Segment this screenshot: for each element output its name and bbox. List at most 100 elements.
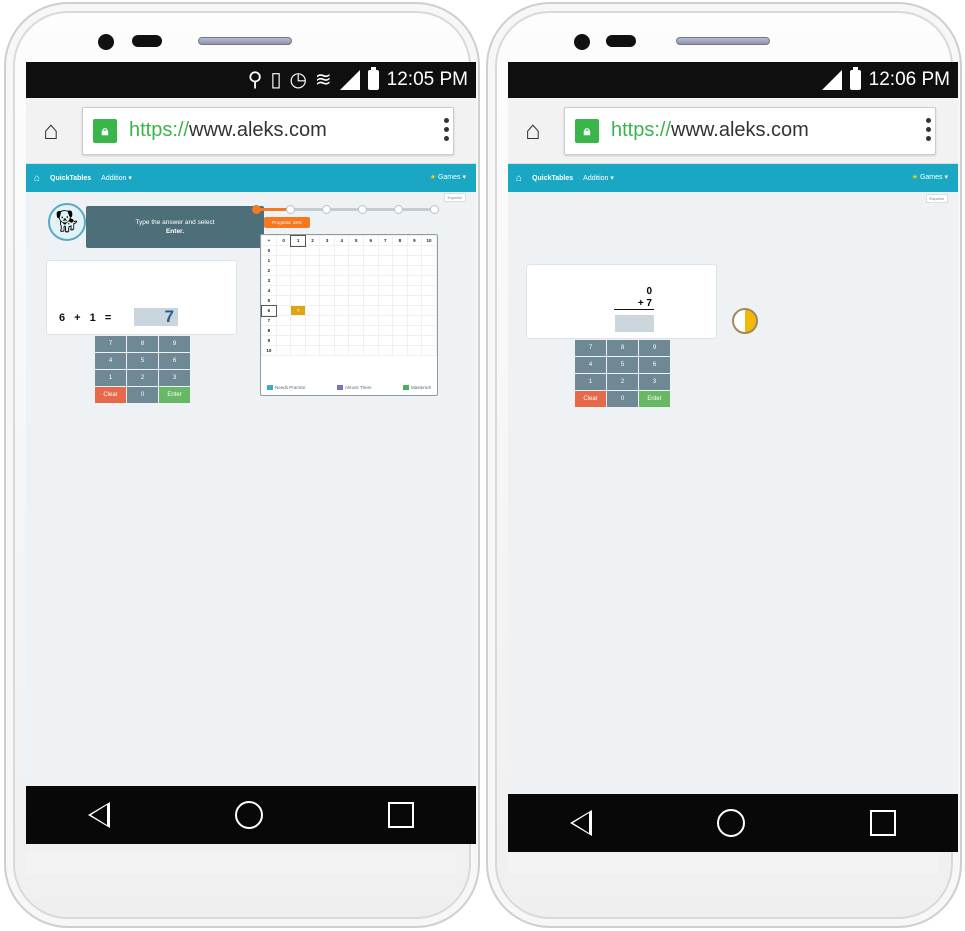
alarm-icon: ◷ [289,69,307,91]
language-link[interactable]: Español [925,194,948,203]
enter-button[interactable]: Enter [639,391,670,407]
enter-button[interactable]: Enter [159,387,190,403]
app-home-icon[interactable]: ⌂ [516,173,522,184]
table-cell [363,295,379,306]
table-cell [363,305,379,316]
table-cell [406,295,423,306]
clear-button[interactable]: Clear [575,391,606,407]
app-home-icon[interactable]: ⌂ [34,173,40,184]
table-cell [421,325,437,336]
table-cell [333,345,350,356]
table-cell [421,265,437,276]
key-5[interactable]: 5 [607,357,638,373]
progress-dot [322,205,331,214]
key-6[interactable]: 6 [639,357,670,373]
table-cell [290,255,306,266]
browser-menu-icon[interactable] [926,118,932,145]
key-0[interactable]: 0 [607,391,638,407]
recent-apps-icon[interactable] [869,810,896,836]
answer-input[interactable]: 7 [134,308,178,326]
progress-dot [358,205,367,214]
table-cell [319,265,335,276]
key-4[interactable]: 4 [95,353,126,369]
addition-menu[interactable]: Addition ▾ [583,174,614,182]
table-cell [275,295,292,306]
browser-menu-icon[interactable] [444,118,450,145]
key-1[interactable]: 1 [95,370,126,386]
key-9[interactable]: 9 [159,336,190,352]
table-cell [363,325,379,336]
key-3[interactable]: 3 [159,370,190,386]
table-cell [304,335,321,346]
address-bar[interactable]: 🔒︎ https://www.aleks.com [564,106,936,155]
table-cell [363,345,379,356]
games-menu[interactable]: ★ Games ▾ [912,173,948,181]
sensor [132,35,162,47]
column-header: 10 [421,235,437,246]
table-cell [392,285,408,296]
table-cell [275,345,292,356]
key-9[interactable]: 9 [639,340,670,356]
battery-icon [367,70,379,90]
addition-table: +0 1 2 3 4 5 6 7 8 9 10 0 1 2 3 4 5 6 7 7 8 9 10 Needs Practic… [260,234,438,396]
table-cell [348,325,364,336]
key-7[interactable]: 7 [575,340,606,356]
table-cell [363,275,379,286]
browser-home-icon[interactable]: ⌂ [518,115,548,146]
key-1[interactable]: 1 [575,374,606,390]
table-cell [275,285,292,296]
key-8[interactable]: 8 [607,340,638,356]
answer-input[interactable] [615,315,654,332]
star-icon: ★ [429,174,437,181]
table-cell [392,275,408,286]
clear-button[interactable]: Clear [95,387,126,403]
table-cell [319,255,335,266]
home-icon[interactable] [234,801,263,829]
games-menu[interactable]: ★ Games ▾ [430,173,466,181]
column-header: 2 [304,235,321,246]
question-card: 0 + 7 [526,264,717,339]
key-2[interactable]: 2 [127,370,158,386]
table-cell [319,245,335,256]
phone-left: ⚲ ▯ ◷ ≋ 12:05 PM ⌂ 🔒︎ https://www.aleks.… [4,2,480,928]
table-cell [363,315,379,326]
key-8[interactable]: 8 [127,336,158,352]
table-cell [319,285,335,296]
vertical-problem: 0 + 7 [638,286,652,310]
table-cell [363,335,379,346]
key-3[interactable]: 3 [639,374,670,390]
table-cell [421,335,437,346]
key-5[interactable]: 5 [127,353,158,369]
brand-link[interactable]: QuickTables [50,175,91,182]
table-cell [319,345,335,356]
back-icon[interactable] [570,810,593,836]
key-6[interactable]: 6 [159,353,190,369]
status-bar: 12:06 PM [508,62,958,98]
table-cell [319,325,335,336]
key-2[interactable]: 2 [607,374,638,390]
language-link[interactable]: Español [443,193,466,202]
table-cell [392,255,408,266]
progress-track [252,205,439,214]
browser-home-icon[interactable]: ⌂ [36,115,66,146]
table-cell [275,305,292,316]
addition-menu[interactable]: Addition ▾ [101,174,132,182]
table-cell [275,245,292,256]
back-icon[interactable] [88,802,111,828]
table-cell [421,285,437,296]
table-cell [319,315,335,326]
table-cell [421,245,437,256]
table-cell [392,335,408,346]
table-cell [348,315,364,326]
home-icon[interactable] [716,809,745,837]
key-7[interactable]: 7 [95,336,126,352]
table-cell [406,285,423,296]
brand-link[interactable]: QuickTables [532,175,573,182]
phone-chin [26,852,456,874]
table-cell [348,285,364,296]
key-0[interactable]: 0 [127,387,158,403]
key-4[interactable]: 4 [575,357,606,373]
recent-apps-icon[interactable] [387,802,414,828]
address-bar[interactable]: 🔒︎ https://www.aleks.com [82,106,454,155]
table-cell [348,275,364,286]
